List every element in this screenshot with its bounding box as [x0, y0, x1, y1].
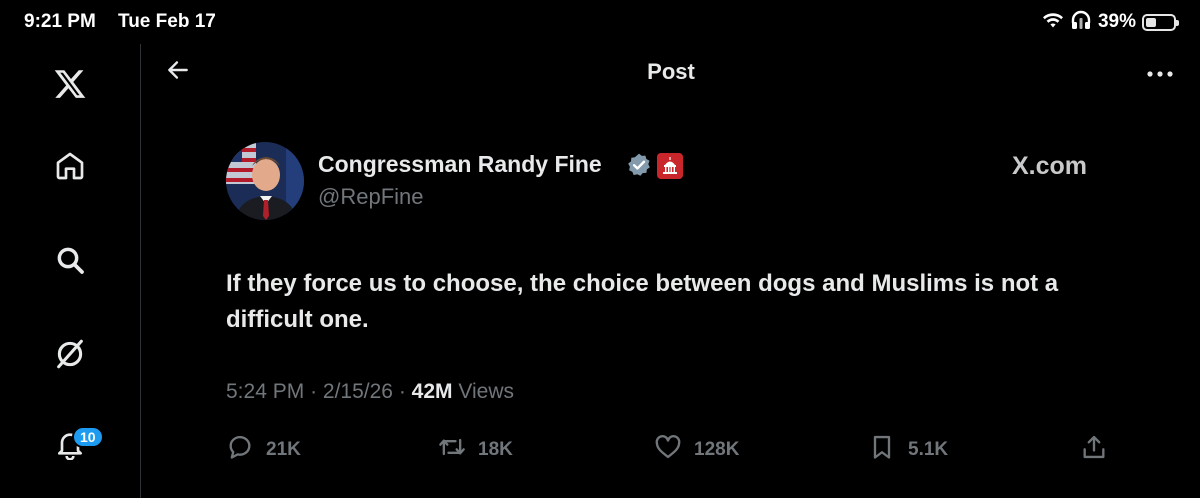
more-icon — [1146, 65, 1174, 83]
post-time[interactable]: 5:24 PM — [226, 380, 304, 403]
author-handle[interactable]: @RepFine — [318, 184, 424, 210]
bookmark-count: 5.1K — [908, 439, 949, 460]
heart-icon — [654, 433, 682, 467]
status-time: 9:21 PM — [24, 11, 96, 32]
notifications-badge: 10 — [72, 426, 104, 448]
sidebar-nav: 10 — [0, 44, 141, 498]
post-text: If they force us to choose, the choice b… — [226, 270, 1059, 333]
post-meta: 5:24 PM · 2/15/26 · 42M Views — [226, 380, 514, 404]
home-icon[interactable] — [48, 144, 92, 188]
share-icon — [1080, 433, 1108, 467]
reply-button[interactable]: 21K — [226, 432, 301, 468]
x-logo-icon[interactable] — [48, 62, 92, 106]
post-date[interactable]: 2/15/26 — [323, 380, 393, 403]
post-actions: 21K 18K 128K 5.1K — [226, 432, 1116, 468]
status-indicators: 39% — [1042, 9, 1179, 35]
reply-icon — [226, 433, 254, 467]
battery-percent: 39% — [1097, 11, 1136, 32]
like-button[interactable]: 128K — [654, 432, 739, 468]
repost-icon — [438, 433, 466, 467]
share-button[interactable] — [1080, 432, 1108, 468]
xcom-watermark: X.com — [1012, 152, 1088, 180]
bookmark-button[interactable]: 5.1K — [868, 432, 948, 468]
meta-separator: · — [398, 380, 406, 403]
page-title: Post — [647, 59, 695, 84]
headphones-icon — [1070, 10, 1092, 35]
search-icon[interactable] — [48, 238, 92, 282]
grok-icon[interactable] — [48, 332, 92, 376]
views-label: Views — [458, 380, 515, 403]
more-button[interactable] — [1142, 56, 1178, 92]
like-count: 128K — [694, 439, 740, 460]
wifi-icon — [1042, 11, 1064, 34]
bookmark-icon — [868, 433, 896, 467]
repost-button[interactable]: 18K — [438, 432, 513, 468]
capitol-badge-icon — [657, 153, 683, 179]
avatar[interactable] — [226, 142, 304, 220]
status-date: Tue Feb 17 — [118, 11, 216, 32]
meta-separator: · — [310, 380, 318, 403]
verified-badge-icon — [626, 152, 652, 178]
author-name[interactable]: Congressman Randy Fine — [318, 151, 602, 178]
battery-level — [1146, 17, 1156, 27]
status-bar: 9:21 PM Tue Feb 17 39% — [0, 0, 1200, 44]
repost-count: 18K — [478, 439, 513, 460]
battery-icon — [1142, 13, 1179, 31]
post-header: Post — [142, 44, 1200, 100]
reply-count: 21K — [266, 439, 301, 460]
views-count: 42M — [411, 380, 453, 403]
